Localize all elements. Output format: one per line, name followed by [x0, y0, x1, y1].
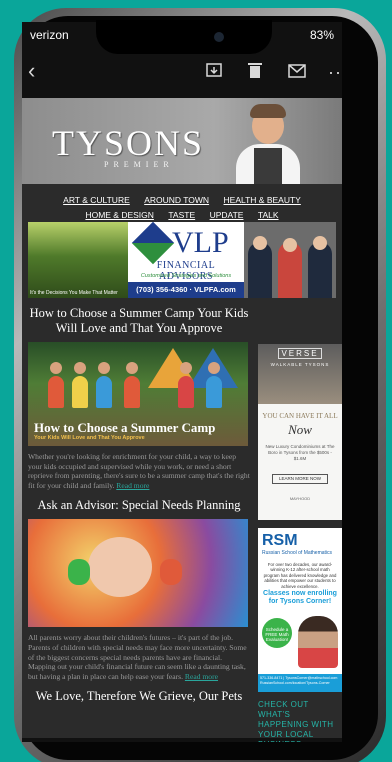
verse-footer: MAYHOOD	[289, 496, 311, 501]
verse-subtitle: WALKABLE TYSONS	[270, 362, 330, 367]
verse-headline: YOU CAN HAVE IT ALL	[262, 412, 338, 420]
summer-camp-photo[interactable]: How to Choose a Summer Camp Your Kids Wi…	[28, 342, 248, 446]
masthead: TYSONS PREMIER	[22, 98, 342, 184]
rsm-logo: RSM	[262, 532, 298, 549]
verse-learn-more-button[interactable]: LEARN MORE NOW	[272, 474, 328, 484]
nav-taste[interactable]: TASTE	[168, 209, 195, 222]
vlp-name: VLP	[172, 226, 229, 259]
nav-around-town[interactable]: AROUND TOWN	[144, 194, 209, 207]
rsm-ad[interactable]: RSM Russian School of Mathematics For ov…	[258, 528, 342, 692]
verse-body: New Luxury Condominiums at The Boro in T…	[265, 444, 335, 461]
article-body: Whether you're looking for enrichment fo…	[28, 452, 250, 490]
archive-icon[interactable]	[206, 62, 222, 83]
verse-script: Now	[288, 422, 312, 437]
vlp-logo-panel: VLP FINANCIAL ADVISORS Customized Strate…	[128, 221, 244, 298]
masthead-logo-sub: PREMIER	[104, 160, 174, 169]
nav-home-design[interactable]: HOME & DESIGN	[85, 209, 153, 222]
masthead-logo[interactable]: TYSONS	[52, 122, 204, 164]
article-column: How to Choose a Summer Camp Your Kids Wi…	[28, 306, 250, 704]
rsm-evaluation-badge[interactable]: Schedule a FREE Math Evaluation!	[262, 618, 292, 648]
business-association-link[interactable]: CHECK OUT WHAT'S HAPPENING WITH YOUR LOC…	[258, 700, 342, 742]
side-ads: VERSE WALKABLE TYSONS YOU CAN HAVE IT AL…	[258, 344, 342, 742]
back-chevron-icon[interactable]: ‹	[28, 58, 35, 84]
nav-art-culture[interactable]: ART & CULTURE	[63, 194, 130, 207]
article-headline[interactable]: Ask an Advisor: Special Needs Planning	[28, 498, 250, 513]
rsm-name: Russian School of Mathematics	[262, 550, 333, 556]
screen: verizon 83% ‹ ·· TYSONS PREMIER ART & CU…	[22, 22, 342, 742]
carrier-label: verizon	[30, 28, 69, 42]
nav-health-beauty[interactable]: HEALTH & BEAUTY	[224, 194, 301, 207]
vlp-ad-banner[interactable]: It's the Decisions You Make That Matter …	[28, 221, 336, 298]
nav-update[interactable]: UPDATE	[210, 209, 244, 222]
article-body: All parents worry about their children's…	[28, 633, 250, 681]
trash-icon[interactable]	[248, 62, 262, 83]
chef-photo	[230, 104, 306, 184]
read-more-link[interactable]: Read more	[116, 481, 149, 490]
article-headline[interactable]: How to Choose a Summer Camp Your Kids Wi…	[28, 306, 250, 336]
vlp-phone: (703) 356-4360 · VLPFA.com	[128, 282, 244, 298]
article-headline[interactable]: We Love, Therefore We Grieve, Our Pets	[28, 689, 250, 704]
mail-icon[interactable]	[288, 62, 306, 83]
rsm-student-photo	[298, 616, 338, 668]
verse-building-photo: VERSE WALKABLE TYSONS	[258, 344, 342, 404]
section-nav: ART & CULTURE AROUND TOWN HEALTH & BEAUT…	[22, 192, 342, 222]
rsm-footer: 571-336-8471 | TysonsCorner@mathschool.c…	[258, 674, 342, 692]
email-content: TYSONS PREMIER ART & CULTURE AROUND TOWN…	[22, 98, 342, 742]
forest-caption: It's the Decisions You Make That Matter	[30, 290, 118, 296]
child-painting-photo[interactable]	[28, 519, 248, 628]
vlp-tagline: Customized Strategies and Solutions	[140, 273, 232, 279]
rsm-text: For over two decades, our award-winning …	[263, 562, 337, 589]
forest-photo: It's the Decisions You Make That Matter	[28, 222, 128, 298]
front-camera-icon	[214, 32, 224, 42]
battery-percentage: 83%	[309, 28, 334, 42]
read-more-link[interactable]: Read more	[185, 672, 218, 681]
mail-toolbar: ‹ ··	[22, 52, 342, 96]
advisor-team-photo	[244, 222, 336, 298]
camp-image-title: How to Choose a Summer Camp	[34, 420, 216, 435]
vlp-diamond-icon	[131, 221, 175, 265]
rsm-enroll: Classes now enrolling for Tysons Corner!	[263, 590, 337, 605]
verse-ad[interactable]: VERSE WALKABLE TYSONS YOU CAN HAVE IT AL…	[258, 344, 342, 520]
camp-image-subtitle: Your Kids Will Love and That You Approve	[34, 435, 145, 441]
more-icon[interactable]: ··	[328, 62, 342, 83]
phone-notch	[96, 20, 272, 54]
verse-logo: VERSE	[278, 348, 322, 359]
nav-talk[interactable]: TALK	[258, 209, 279, 222]
